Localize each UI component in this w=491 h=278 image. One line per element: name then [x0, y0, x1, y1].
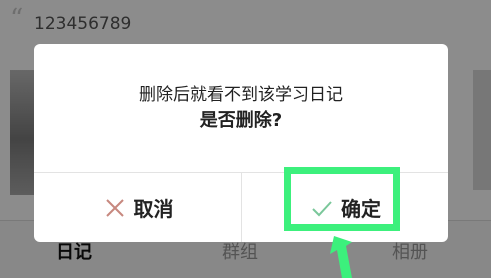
- pointer-arrow-icon: [330, 236, 352, 278]
- close-x-icon: [102, 195, 128, 221]
- dialog-question: 是否删除?: [199, 110, 283, 131]
- dialog-message-text: 删除后就看不到该学习日记: [139, 85, 343, 105]
- dialog-message: 删除后就看不到该学习日记 是否删除?: [34, 82, 448, 134]
- cancel-button[interactable]: 取消: [34, 173, 241, 242]
- confirm-highlight-box: [284, 167, 400, 231]
- cancel-label: 取消: [133, 197, 174, 221]
